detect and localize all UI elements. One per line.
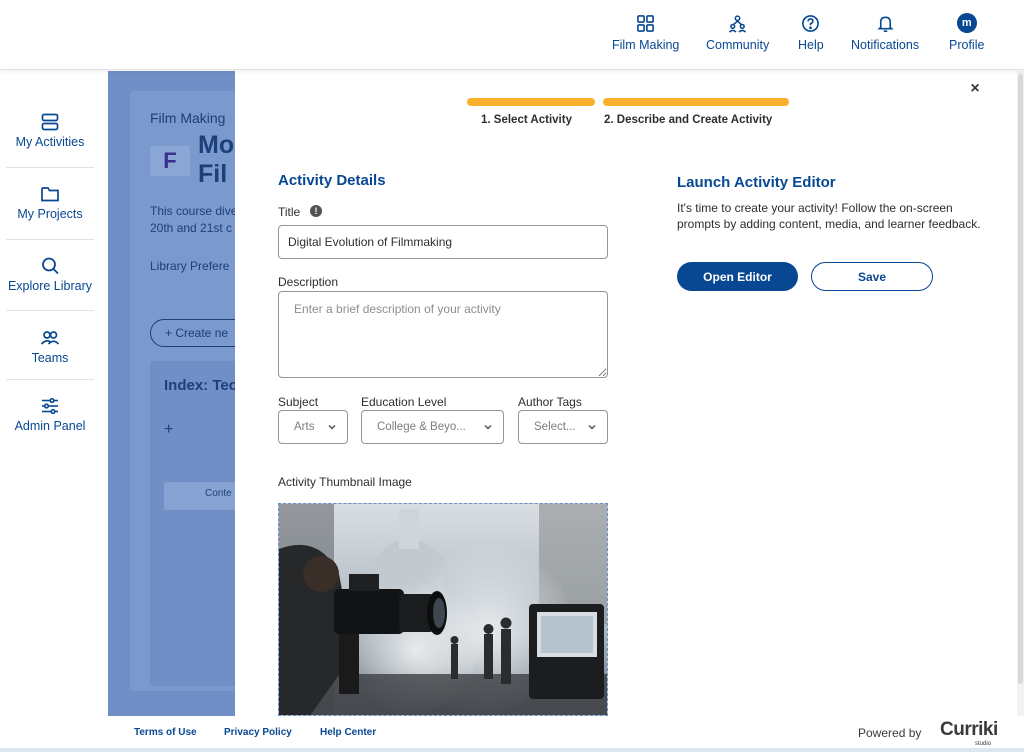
nav-profile-label: Profile	[949, 38, 985, 52]
sidebar-item-label: Explore Library	[7, 279, 93, 293]
launch-editor-description: It's time to create your activity! Follo…	[677, 201, 981, 231]
terms-of-use-link[interactable]: Terms of Use	[134, 727, 197, 738]
nav-notifications[interactable]: Notifications	[851, 14, 919, 52]
chevron-down-icon	[328, 424, 336, 430]
close-button[interactable]: ×	[968, 81, 982, 97]
background-course-page: Film Making F Mo Fil This course dive 20…	[108, 71, 235, 716]
chevron-down-icon	[588, 424, 596, 430]
activity-thumbnail-image[interactable]	[278, 503, 608, 716]
step-progress-bar-1	[467, 98, 595, 106]
author-tags-label: Author Tags	[518, 395, 582, 409]
step-label-select-activity[interactable]: 1. Select Activity	[481, 114, 572, 126]
close-icon: ×	[970, 80, 980, 97]
scrollbar-thumb[interactable]	[1018, 74, 1023, 684]
background-row-label: Conte	[205, 488, 232, 499]
step-progress-bar-2	[603, 98, 789, 106]
education-level-value: College & Beyo...	[377, 421, 466, 433]
background-create-button: + Create ne	[150, 319, 235, 347]
footer: Terms of Use Privacy Policy Help Center …	[0, 716, 1024, 752]
help-center-link[interactable]: Help Center	[320, 727, 376, 738]
step-label-describe-activity[interactable]: 2. Describe and Create Activity	[604, 114, 772, 126]
curriki-logo-subtitle: studio	[975, 741, 992, 747]
background-course-logo: F	[150, 146, 190, 176]
sidebar-item-my-activities[interactable]: My Activities	[6, 112, 94, 149]
sidebar-divider	[6, 379, 94, 380]
nav-film-making-label: Film Making	[612, 38, 680, 52]
avatar: m	[956, 13, 977, 33]
sidebar-item-teams[interactable]: Teams	[6, 328, 94, 365]
nav-notifications-label: Notifications	[851, 38, 920, 52]
film-camera-photo	[279, 504, 607, 715]
sliders-icon	[42, 397, 58, 415]
community-icon	[728, 15, 747, 33]
nav-help-label: Help	[798, 38, 824, 52]
background-index-panel	[150, 361, 235, 686]
top-header: Film Making Community Help Notifications…	[0, 0, 1024, 70]
education-level-label: Education Level	[361, 395, 447, 409]
help-icon	[802, 15, 820, 32]
sidebar-item-explore-library[interactable]: Explore Library	[6, 256, 94, 293]
nav-community[interactable]: Community	[706, 14, 769, 52]
teams-icon	[40, 331, 60, 345]
background-description: This course dive	[150, 204, 235, 218]
sidebar-divider	[6, 310, 94, 311]
nav-community-label: Community	[706, 38, 770, 52]
grid-icon	[637, 15, 655, 32]
thumbnail-label: Activity Thumbnail Image	[278, 475, 412, 489]
background-library-link: Library Prefere	[150, 259, 230, 273]
curriki-logo: Curriki	[940, 719, 998, 740]
chevron-down-icon	[484, 424, 492, 430]
launch-editor-heading: Launch Activity Editor	[677, 174, 836, 191]
search-icon	[42, 257, 59, 275]
bottom-edge-strip	[0, 748, 1024, 752]
open-editor-button[interactable]: Open Editor	[677, 262, 798, 291]
powered-by-text: Powered by	[858, 726, 922, 740]
sidebar-item-label: Admin Panel	[14, 419, 86, 433]
background-course-title: Mo	[198, 131, 235, 159]
sidebar-item-my-projects[interactable]: My Projects	[6, 184, 94, 221]
subject-label: Subject	[278, 395, 319, 409]
sidebar-item-label: My Activities	[15, 135, 85, 149]
sidebar-item-label: Teams	[31, 351, 69, 365]
folder-icon	[41, 187, 59, 202]
bell-icon	[876, 16, 894, 33]
sidebar-item-label: My Projects	[17, 207, 83, 221]
activities-icon	[41, 113, 59, 131]
subject-select[interactable]: Arts	[278, 410, 348, 444]
author-tags-select[interactable]: Select...	[518, 410, 608, 444]
nav-help[interactable]: Help	[798, 14, 824, 52]
description-textarea[interactable]	[278, 291, 608, 378]
description-label: Description	[278, 275, 339, 289]
background-description-line2: 20th and 21st c	[150, 221, 233, 235]
nav-film-making[interactable]: Film Making	[612, 14, 679, 52]
background-breadcrumb: Film Making	[150, 110, 226, 126]
create-activity-modal: × 1. Select Activity 2. Describe and Cre…	[235, 71, 1024, 716]
privacy-policy-link[interactable]: Privacy Policy	[224, 727, 292, 738]
sidebar-item-admin-panel[interactable]: Admin Panel	[6, 396, 94, 433]
sidebar: My Activities My Projects Explore Librar…	[0, 71, 108, 716]
save-button[interactable]: Save	[811, 262, 933, 291]
subject-value: Arts	[294, 421, 315, 433]
sidebar-divider	[6, 239, 94, 240]
title-input[interactable]	[278, 225, 608, 259]
nav-profile[interactable]: m Profile	[949, 13, 985, 52]
sidebar-divider	[6, 167, 94, 168]
background-plus-icon: +	[164, 421, 174, 438]
background-course-title-line2: Fil	[198, 160, 228, 188]
activity-details-heading: Activity Details	[278, 172, 386, 189]
title-label: Title	[278, 205, 301, 219]
author-tags-value: Select...	[534, 421, 576, 433]
background-index-title: Index: Tec	[164, 377, 235, 394]
education-level-select[interactable]: College & Beyo...	[361, 410, 504, 444]
info-icon[interactable]: !	[310, 205, 322, 217]
